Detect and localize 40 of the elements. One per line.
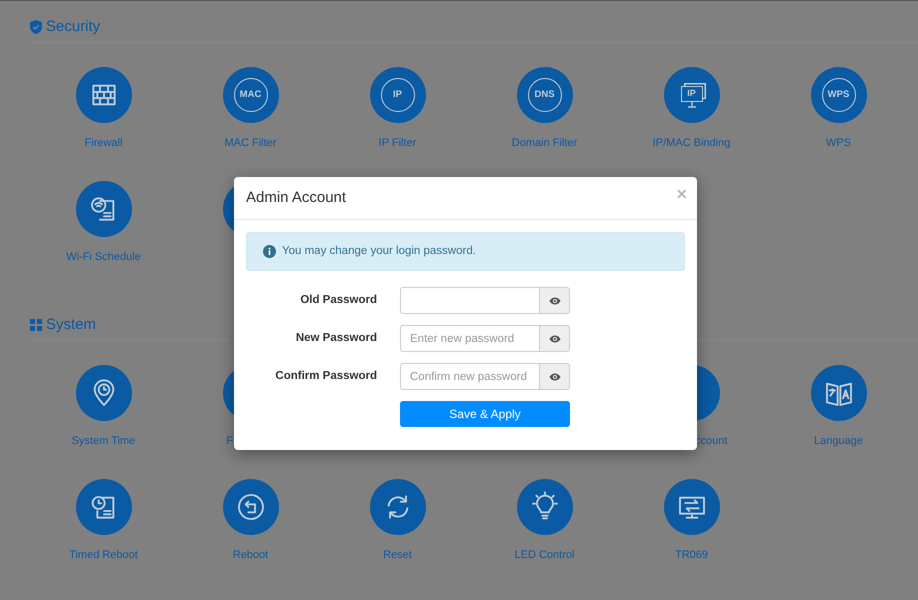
eye-icon (548, 334, 560, 342)
save-apply-button[interactable]: Save & Apply (400, 401, 570, 427)
tile-label[interactable]: Reset (324, 549, 471, 562)
shield-icon (30, 20, 42, 34)
tile-label[interactable]: MAC Filter (177, 137, 324, 150)
tile-label[interactable]: Wi-Fi Schedule (30, 251, 177, 264)
ring-label: IP (380, 78, 414, 112)
eye-icon (548, 372, 560, 380)
tile-label[interactable]: TR069 (618, 549, 765, 562)
tile-label[interactable]: Firewall (30, 137, 177, 150)
field-label: Old Password (299, 292, 377, 308)
password-field[interactable] (400, 287, 540, 314)
field-label: New Password (294, 330, 377, 346)
ring-label: DNS (528, 78, 562, 112)
dialog-title: Admin Account (246, 188, 346, 208)
section-title: Security (46, 16, 100, 36)
show-password-button[interactable] (540, 363, 570, 390)
tile-label[interactable]: System Time (30, 435, 177, 448)
eye-icon (548, 296, 560, 304)
ring-label: WPS (822, 78, 856, 112)
close-button[interactable]: × (676, 185, 687, 203)
grid-icon (30, 318, 42, 330)
tile-label[interactable]: Reboot (177, 549, 324, 562)
field-label: Confirm Password (274, 368, 377, 384)
stand-icon (686, 102, 698, 108)
tile-label[interactable]: Timed Reboot (30, 549, 177, 562)
tile-label[interactable]: WPS (765, 137, 912, 150)
tile-label[interactable]: IP Filter (324, 137, 471, 150)
show-password-button[interactable] (540, 287, 570, 314)
tile-label[interactable]: IP/MAC Binding (618, 137, 765, 150)
password-field[interactable]: Enter new password (400, 325, 540, 352)
tile-label[interactable]: LED Control (471, 549, 618, 562)
tile-label[interactable]: Language (765, 435, 912, 448)
tile-label[interactable]: Domain Filter (471, 137, 618, 150)
show-password-button[interactable] (540, 325, 570, 352)
info-icon (263, 245, 276, 258)
section-title: System (46, 314, 96, 334)
ring-label: MAC (234, 78, 268, 112)
password-field[interactable]: Confirm new password (400, 363, 540, 390)
info-text: You may change your login password. (282, 244, 476, 259)
